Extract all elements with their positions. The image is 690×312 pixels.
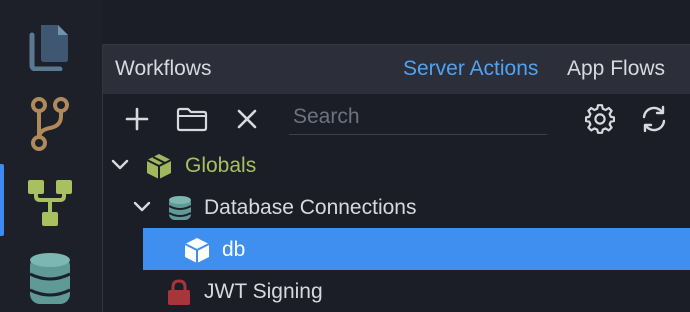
tree-node-db[interactable]: db bbox=[143, 228, 690, 270]
settings-button[interactable] bbox=[584, 103, 616, 135]
workflows-panel: Workflows Server Actions App Flows Searc… bbox=[102, 44, 690, 312]
database-button[interactable] bbox=[22, 250, 78, 306]
app-window: Workflows Server Actions App Flows Searc… bbox=[0, 0, 690, 312]
tree-node-label: db bbox=[222, 238, 246, 261]
refresh-icon bbox=[642, 105, 666, 133]
chevron-down-icon[interactable] bbox=[133, 199, 151, 215]
chevron-down-icon[interactable] bbox=[111, 157, 129, 173]
plus-icon bbox=[125, 107, 149, 131]
tree-node-globals[interactable]: Globals bbox=[103, 144, 690, 186]
lock-icon bbox=[168, 279, 190, 305]
panel-title: Workflows bbox=[115, 57, 212, 80]
folder-icon bbox=[176, 107, 208, 132]
tree-node-database-connections[interactable]: Database Connections bbox=[103, 186, 690, 228]
tree-node-jwt-signing[interactable]: JWT Signing bbox=[103, 270, 690, 312]
files-button[interactable] bbox=[22, 18, 78, 74]
panel-header: Workflows Server Actions App Flows bbox=[103, 45, 690, 94]
workflow-tree: Globals Database Connections db JWT Sign… bbox=[103, 144, 690, 312]
add-button[interactable] bbox=[121, 103, 153, 135]
source-control-button[interactable] bbox=[22, 96, 78, 152]
tree-node-label: Database Connections bbox=[204, 196, 417, 219]
database-icon bbox=[29, 253, 71, 304]
delete-button[interactable] bbox=[231, 103, 263, 135]
tab-server-actions[interactable]: Server Actions bbox=[403, 57, 538, 81]
gear-icon bbox=[585, 104, 615, 134]
cube-icon bbox=[184, 238, 210, 263]
close-icon bbox=[237, 109, 257, 129]
active-indicator bbox=[0, 164, 4, 236]
search-input[interactable] bbox=[289, 102, 547, 132]
tree-node-label: Globals bbox=[185, 154, 257, 177]
tree-node-label: JWT Signing bbox=[204, 280, 323, 303]
new-folder-button[interactable] bbox=[176, 103, 208, 135]
refresh-button[interactable] bbox=[638, 103, 670, 135]
panel-toolbar bbox=[103, 94, 690, 144]
search-box bbox=[289, 102, 547, 135]
workflow-tree-icon bbox=[28, 180, 72, 226]
workflows-button[interactable] bbox=[22, 174, 78, 230]
activity-bar bbox=[0, 0, 102, 312]
document-stack-icon bbox=[29, 25, 68, 71]
tab-app-flows[interactable]: App Flows bbox=[567, 57, 665, 81]
git-branch-icon bbox=[31, 97, 69, 151]
database-icon bbox=[168, 196, 192, 220]
package-icon bbox=[146, 154, 172, 179]
